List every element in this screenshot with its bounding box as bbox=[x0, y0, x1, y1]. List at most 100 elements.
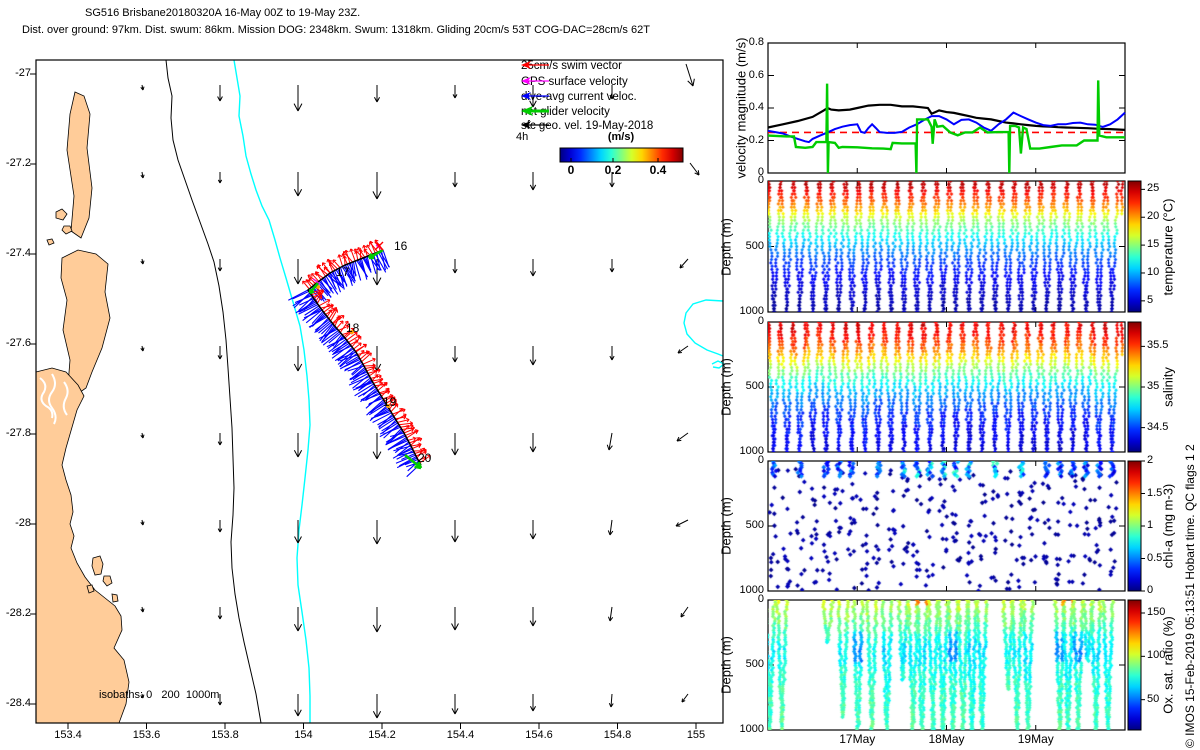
vector-arrow bbox=[293, 346, 303, 372]
vector-arrow bbox=[606, 432, 613, 451]
colorbar-title: chl-a (mg m-3) bbox=[1160, 483, 1176, 569]
depth-tick-label: 500 bbox=[745, 519, 764, 531]
vector-arrow bbox=[529, 520, 537, 540]
track-start-x-marker bbox=[374, 241, 384, 251]
bay-island bbox=[91, 555, 104, 576]
velocity-plot-lines bbox=[767, 80, 1126, 174]
vector-arrow bbox=[452, 172, 458, 188]
bay-island bbox=[102, 575, 113, 587]
legend-item: dive-avg current veloc. bbox=[519, 90, 637, 104]
net-glider-velocity-arrow-icon bbox=[521, 106, 549, 116]
seaglider-figure: SG516 Brisbane20180320A 16-May 00Z to 19… bbox=[0, 0, 1200, 750]
date-tick-label: 19May bbox=[1017, 732, 1054, 746]
imos-attribution-note: © IMOS 15-Feb-2019 05:13:51 Hobart time.… bbox=[1183, 444, 1197, 748]
isobath-1000m-line bbox=[233, 59, 311, 723]
legend-colorbar-title: (m/s) bbox=[607, 131, 635, 143]
colorbar-tick-label: 35 bbox=[1147, 380, 1160, 392]
gps-velocity-arrow-icon bbox=[521, 77, 549, 85]
vector-arrow bbox=[609, 346, 615, 361]
legend-colorbar-tick-label: 0 bbox=[567, 163, 575, 177]
colorbar-tick-label: 35.5 bbox=[1147, 339, 1169, 352]
vector-arrow bbox=[679, 258, 689, 269]
vector-arrow bbox=[529, 607, 537, 627]
map-y-tick-label: -27.6 bbox=[5, 337, 31, 349]
map-y-tick-label: -28.4 bbox=[5, 697, 31, 709]
vector-arrow bbox=[452, 259, 458, 274]
dive-avg-current-arrow-icon bbox=[521, 92, 549, 100]
colorbar-tick-label: 50 bbox=[1147, 692, 1160, 705]
map-x-tick-label: 153.6 bbox=[132, 729, 161, 741]
date-tick-label: 18May bbox=[928, 732, 965, 746]
dive-number-label: 16 bbox=[394, 239, 408, 253]
colorbar-title: Ox. sat. ratio (%) bbox=[1160, 616, 1176, 714]
vector-arrow bbox=[680, 606, 689, 618]
legend-item: net glider velocity bbox=[519, 105, 610, 119]
vector-arrow bbox=[529, 433, 537, 453]
vector-arrow bbox=[140, 171, 145, 179]
dive-number-label: 20 bbox=[418, 451, 432, 465]
glider-track bbox=[288, 239, 431, 478]
stradbroke-island bbox=[60, 249, 111, 396]
vector-arrow bbox=[372, 607, 382, 633]
vector-arrow bbox=[451, 433, 459, 456]
temperature-scatter-canvas bbox=[768, 181, 1125, 312]
colorbar-title: salinity bbox=[1160, 367, 1176, 407]
vector-arrow bbox=[217, 607, 223, 620]
vector-arrow bbox=[293, 607, 303, 632]
depth-axis-label: Depth (m) bbox=[718, 497, 734, 555]
map-x-tick-label: 154.6 bbox=[525, 729, 553, 741]
map-x-tick-label: 153.4 bbox=[54, 729, 82, 741]
vector-arrow bbox=[452, 346, 458, 363]
vector-arrow bbox=[685, 63, 695, 87]
depth-tick-label: 500 bbox=[745, 658, 764, 670]
colorbar-tick-label: 15 bbox=[1147, 238, 1160, 251]
dive-number-label: 17 bbox=[336, 265, 350, 279]
vector-arrow bbox=[372, 694, 382, 719]
vector-arrow bbox=[140, 345, 145, 352]
map-y-tick-label: -28.2 bbox=[5, 607, 31, 619]
vector-arrow bbox=[681, 693, 689, 703]
dive-number-label: 19 bbox=[383, 395, 397, 409]
vector-arrow bbox=[140, 432, 145, 439]
legend-graphics bbox=[559, 147, 684, 163]
map-y-tick-label: -27 bbox=[15, 67, 31, 79]
vector-arrow bbox=[529, 259, 537, 277]
map-x-tick-label: 154 bbox=[294, 729, 313, 741]
vector-arrow bbox=[293, 85, 303, 112]
colorbar-tick-label: 20 bbox=[1147, 210, 1160, 223]
small-island bbox=[46, 238, 55, 246]
depth-tick-label: 0 bbox=[757, 593, 764, 605]
depth-axis-label: Depth (m) bbox=[718, 358, 734, 416]
colorbar-tick-label: 2 bbox=[1147, 454, 1154, 466]
colorbar-tick-label: 1 bbox=[1147, 519, 1154, 531]
swim-vector-arrow-icon bbox=[521, 61, 549, 69]
vector-arrow bbox=[372, 172, 382, 200]
vector-arrow bbox=[675, 519, 689, 527]
depth-tick-label: 0 bbox=[757, 174, 764, 186]
dive-number-label: 18 bbox=[346, 321, 360, 335]
vector-arrow bbox=[609, 259, 615, 273]
vector-arrow bbox=[217, 259, 223, 272]
colorbar-tick-label: 25 bbox=[1147, 182, 1160, 195]
vector-arrow bbox=[529, 346, 537, 366]
vector-arrow bbox=[140, 519, 145, 526]
depth-tick-label: 500 bbox=[745, 239, 764, 252]
vector-arrow bbox=[293, 172, 303, 197]
oxygen-scatter-canvas bbox=[768, 600, 1125, 730]
colorbar-title: temperature (°C) bbox=[1160, 198, 1176, 295]
depth-tick-label: 1000 bbox=[739, 723, 764, 735]
depth-tick-label: 500 bbox=[745, 380, 764, 392]
map-x-tick-label: 154.4 bbox=[446, 729, 475, 741]
vector-arrow bbox=[293, 259, 303, 285]
vector-arrow bbox=[140, 606, 145, 613]
vector-arrow bbox=[217, 85, 223, 102]
isobath-1000m-eddy bbox=[683, 299, 724, 357]
colorbar-tick-label: 34.5 bbox=[1147, 420, 1169, 433]
colorbar-tick-label: 5 bbox=[1147, 293, 1154, 306]
map-y-tick-label: -28 bbox=[15, 517, 31, 529]
vector-arrow bbox=[373, 85, 381, 103]
sfc-geo-velocity-arrow-icon bbox=[521, 121, 549, 129]
vector-arrow bbox=[217, 346, 223, 360]
legend-item: GPS surface velocity bbox=[519, 75, 628, 89]
map-x-tick-label: 155 bbox=[686, 729, 706, 741]
